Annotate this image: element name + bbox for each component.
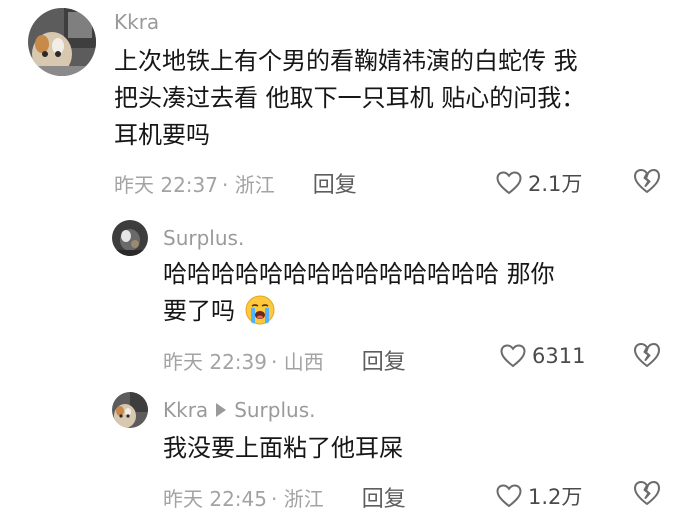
comment-location: · 浙江 bbox=[271, 486, 324, 511]
reply-arrow-icon bbox=[216, 403, 227, 417]
comment-time: 昨天 22:45 bbox=[163, 486, 267, 511]
loudly-crying-face-emoji bbox=[245, 295, 275, 325]
username[interactable]: Surplus. bbox=[163, 226, 244, 250]
heart-outline-icon[interactable] bbox=[500, 344, 526, 368]
comment-line: 哈哈哈哈哈哈哈哈哈哈哈哈哈哈 那你 bbox=[163, 260, 555, 288]
broken-heart-icon[interactable] bbox=[633, 168, 661, 194]
comment-text: 上次地铁上有个男的看鞠婧祎演的白蛇传 我 把头凑过去看 他取下一只耳机 贴心的问… bbox=[114, 43, 585, 154]
like-button[interactable]: 2.1万 bbox=[496, 168, 582, 198]
comment-line: 耳机要吗 bbox=[114, 121, 210, 149]
comment-line-text: 要了吗 bbox=[163, 297, 235, 325]
like-count: 1.2万 bbox=[528, 485, 583, 509]
comment-meta: 昨天 22:37 · 浙江 回复 bbox=[114, 167, 357, 199]
like-count: 2.1万 bbox=[528, 172, 583, 196]
comment-location: · 山西 bbox=[271, 349, 324, 374]
comment-item: Kkra 上次地铁上有个男的看鞠婧祎演的白蛇传 我 把头凑过去看 他取下一只耳机… bbox=[0, 0, 690, 200]
username-text[interactable]: Kkra bbox=[163, 398, 208, 422]
comment-meta: 昨天 22:45 · 浙江 回复 bbox=[163, 481, 406, 513]
comment-line: 把头凑过去看 他取下一只耳机 贴心的问我： bbox=[114, 84, 586, 112]
reply-button[interactable]: 回复 bbox=[362, 344, 406, 376]
avatar[interactable] bbox=[112, 392, 148, 428]
username-text[interactable]: Surplus. bbox=[163, 226, 244, 250]
avatar[interactable] bbox=[112, 220, 148, 256]
broken-heart-icon[interactable] bbox=[633, 480, 661, 506]
reply-button[interactable]: 回复 bbox=[362, 481, 406, 513]
reply-button[interactable]: 回复 bbox=[313, 167, 357, 199]
comment-line: 要了吗 bbox=[163, 293, 555, 330]
broken-heart-icon[interactable] bbox=[633, 342, 661, 368]
comment-thread: Kkra 上次地铁上有个男的看鞠婧祎演的白蛇传 我 把头凑过去看 他取下一只耳机… bbox=[0, 0, 690, 519]
reply-item: Surplus. 哈哈哈哈哈哈哈哈哈哈哈哈哈哈 那你 要了吗 昨天 22:39 … bbox=[0, 200, 690, 380]
reply-item: Kkra Surplus. 我没要上面粘了他耳屎 昨天 22:45 · 浙江 回… bbox=[0, 380, 690, 519]
avatar[interactable] bbox=[28, 8, 96, 76]
username[interactable]: Kkra Surplus. bbox=[163, 398, 316, 422]
comment-text: 哈哈哈哈哈哈哈哈哈哈哈哈哈哈 那你 要了吗 bbox=[163, 256, 555, 330]
heart-outline-icon[interactable] bbox=[496, 484, 522, 508]
username-text[interactable]: Kkra bbox=[114, 10, 159, 34]
username[interactable]: Kkra bbox=[114, 10, 159, 34]
comment-time: 昨天 22:39 bbox=[163, 349, 267, 374]
reply-to-username[interactable]: Surplus. bbox=[234, 398, 315, 422]
comment-meta: 昨天 22:39 · 山西 回复 bbox=[163, 344, 406, 376]
like-button[interactable]: 6311 bbox=[500, 344, 585, 368]
comment-line: 上次地铁上有个男的看鞠婧祎演的白蛇传 我 bbox=[114, 47, 578, 75]
comment-time: 昨天 22:37 bbox=[114, 172, 218, 197]
comment-text: 我没要上面粘了他耳屎 bbox=[163, 430, 403, 467]
comment-location: · 浙江 bbox=[222, 172, 275, 197]
like-count: 6311 bbox=[532, 344, 586, 368]
comment-line: 我没要上面粘了他耳屎 bbox=[163, 434, 403, 462]
heart-outline-icon[interactable] bbox=[496, 171, 522, 195]
like-button[interactable]: 1.2万 bbox=[496, 481, 582, 511]
